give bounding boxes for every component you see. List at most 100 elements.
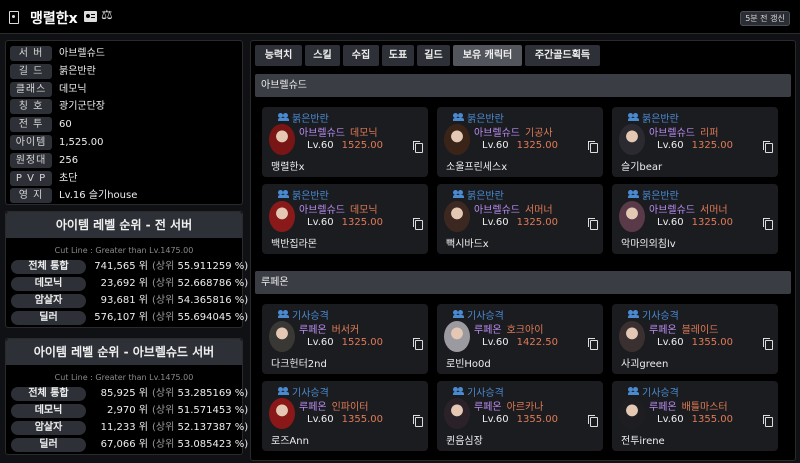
rank-row: 딜러 67,066 위 (상위 53.085423 %) xyxy=(11,438,248,453)
rank-prefix: (상위 xyxy=(152,312,175,323)
profile-label: 길 드 xyxy=(10,63,52,79)
character-card[interactable]: 붉은반란 아브렐슈드 데모닉 Lv.60 1325.00 백반집라몬 xyxy=(262,184,428,254)
rank-category: 암살자 xyxy=(11,294,86,308)
profile-value: Lv.16 슬기house xyxy=(59,190,138,202)
copy-icon[interactable] xyxy=(763,218,773,230)
combat-level: Lv.60 xyxy=(482,140,509,151)
copy-icon[interactable] xyxy=(588,218,598,230)
item-level: 1325.00 xyxy=(516,140,558,151)
copy-icon[interactable] xyxy=(588,338,598,350)
rank-suffix: ) xyxy=(244,278,249,289)
character-name: 뻑시바드x xyxy=(446,239,489,250)
character-card[interactable]: 붉은반란 아브렐슈드 리퍼 Lv.60 1325.00 슬기bear xyxy=(612,107,778,177)
combat-level: Lv.60 xyxy=(657,217,684,228)
tab-item[interactable]: 보유 캐릭터 xyxy=(453,45,522,66)
profile-row: 영 지 Lv.16 슬기house xyxy=(10,187,238,204)
character-level: Lv.60 1355.00 xyxy=(482,414,558,425)
character-avatar xyxy=(269,201,295,232)
character-card[interactable]: 기사승격 루페온 아르카나 Lv.60 1355.00 퀸음심장 xyxy=(437,381,603,451)
guild-icon xyxy=(628,190,639,198)
profile-value: 256 xyxy=(59,154,79,166)
rank-percent: (상위 55.694045 %) xyxy=(152,311,248,325)
guild-name: 붉은반란 xyxy=(292,191,329,202)
character-card[interactable]: 기사승격 루페온 호크아이 Lv.60 1422.50 로빈Ho0d xyxy=(437,304,603,374)
server-name: 루페온 xyxy=(649,325,677,336)
item-level: 1355.00 xyxy=(691,337,733,348)
tab-item[interactable]: 스킬 xyxy=(305,45,340,66)
cutline-text: Cut Line : Greater than Lv.1475.00 xyxy=(54,246,194,255)
guild-name: 기사승격 xyxy=(467,388,504,399)
guild-name: 기사승격 xyxy=(642,388,679,399)
rank-category: 암살자 xyxy=(11,421,86,435)
profile-label: 클래스 xyxy=(10,81,52,97)
character-level: Lv.60 1525.00 xyxy=(307,140,383,151)
tab-item[interactable]: 능력치 xyxy=(255,45,302,66)
copy-icon[interactable] xyxy=(413,415,423,427)
server-name: 루페온 xyxy=(649,402,677,413)
character-avatar xyxy=(269,124,295,155)
character-card[interactable]: 붉은반란 아브렐슈드 기공사 Lv.60 1325.00 소울프린세스x xyxy=(437,107,603,177)
combat-level: Lv.60 xyxy=(482,414,509,425)
character-avatar xyxy=(619,321,645,352)
rank-percent-value: 52.137387 % xyxy=(177,422,245,433)
character-server-class: 루페온 인파이터 xyxy=(299,398,368,413)
copy-icon[interactable] xyxy=(588,141,598,153)
rank-number: 23,692 위 xyxy=(100,278,148,289)
combat-level: Lv.60 xyxy=(307,217,334,228)
combat-level: Lv.60 xyxy=(307,337,334,348)
copy-icon[interactable] xyxy=(763,141,773,153)
character-card[interactable]: 붉은반란 아브렐슈드 서머너 Lv.60 1325.00 뻑시바드x xyxy=(437,184,603,254)
class-name: 기공사 xyxy=(525,128,553,139)
scale-icon[interactable]: ⚖ xyxy=(101,9,113,23)
guild-name: 붉은반란 xyxy=(467,191,504,202)
character-card[interactable]: 기사승격 루페온 배틀마스터 Lv.60 1355.00 전투irene xyxy=(612,381,778,451)
copy-icon[interactable] xyxy=(763,415,773,427)
character-level: Lv.60 1325.00 xyxy=(657,140,733,151)
tab-item[interactable]: 길드 xyxy=(417,45,450,66)
copy-icon[interactable] xyxy=(413,218,423,230)
character-server-class: 루페온 버서커 xyxy=(299,321,359,336)
class-name: 데모닉 xyxy=(350,205,378,216)
item-level: 1422.50 xyxy=(516,337,558,348)
rank-category: 데모닉 xyxy=(11,404,86,418)
character-name: 퀸음심장 xyxy=(446,436,483,447)
class-name: 배틀마스터 xyxy=(681,402,728,413)
tab-item[interactable]: 수집 xyxy=(343,45,379,66)
guild-icon xyxy=(453,387,464,395)
rank-percent: (상위 52.668786 %) xyxy=(152,277,248,291)
profile-label: 전 투 xyxy=(10,117,52,133)
copy-icon[interactable] xyxy=(413,338,423,350)
rank-number: 11,233 위 xyxy=(100,422,148,433)
character-card[interactable]: 기사승격 루페온 인파이터 Lv.60 1355.00 로즈Ann xyxy=(262,381,428,451)
character-level: Lv.60 1325.00 xyxy=(657,217,733,228)
copy-icon[interactable] xyxy=(588,415,598,427)
header-bar: 맹렬한x ⚖ 5분 전 갱신 xyxy=(0,0,800,34)
copy-icon[interactable] xyxy=(413,141,423,153)
tab-item[interactable]: 주간골드획득 xyxy=(525,45,600,66)
rank-number: 2,970 위 xyxy=(106,405,148,416)
guild-icon xyxy=(278,190,289,198)
rank-prefix: (상위 xyxy=(152,295,175,306)
guild-name: 붉은반란 xyxy=(642,191,679,202)
item-level: 1355.00 xyxy=(341,414,383,425)
guild-name: 기사승격 xyxy=(467,311,504,322)
rank-percent: (상위 53.085423 %) xyxy=(152,438,248,452)
guild-icon xyxy=(453,190,464,198)
character-card[interactable]: 붉은반란 아브렐슈드 데모닉 Lv.60 1525.00 맹렬한x xyxy=(262,107,428,177)
character-card[interactable]: 기사승격 루페온 블레이드 Lv.60 1355.00 사괴green xyxy=(612,304,778,374)
rank-row: 데모닉 2,970 위 (상위 51.571453 %) xyxy=(11,404,248,419)
tab-item[interactable]: 도표 xyxy=(382,45,414,66)
character-card[interactable]: 붉은반란 아브렐슈드 서머너 Lv.60 1325.00 악마의외침lv xyxy=(612,184,778,254)
id-card-icon[interactable] xyxy=(84,11,97,22)
rank-category: 딜러 xyxy=(11,311,86,325)
character-level: Lv.60 1325.00 xyxy=(307,217,383,228)
class-name: 아르카나 xyxy=(506,402,544,413)
profile-value: 아브렐슈드 xyxy=(59,48,105,59)
combat-level: Lv.60 xyxy=(482,217,509,228)
refresh-button[interactable]: 5분 전 갱신 xyxy=(740,11,790,26)
item-level: 1525.00 xyxy=(341,140,383,151)
character-card[interactable]: 기사승격 루페온 버서커 Lv.60 1525.00 다크헌터2nd xyxy=(262,304,428,374)
copy-icon[interactable] xyxy=(763,338,773,350)
rank-suffix: ) xyxy=(244,295,249,306)
character-avatar xyxy=(269,321,295,352)
